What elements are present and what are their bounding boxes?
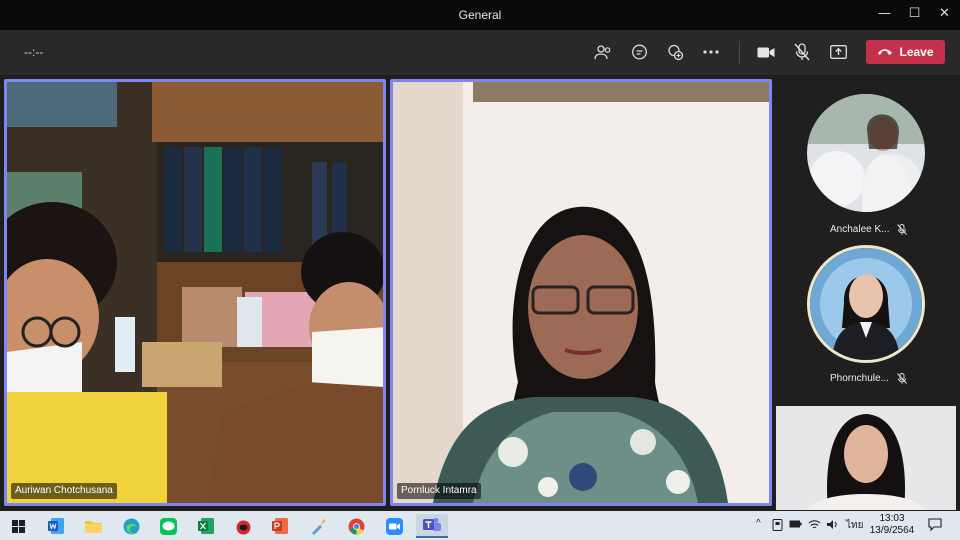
participant-photo: [810, 248, 922, 360]
battery-icon[interactable]: [789, 520, 802, 531]
mic-off-icon: [794, 43, 810, 61]
meeting-timer: --:--: [24, 45, 44, 59]
taskbar-explorer[interactable]: [79, 514, 107, 538]
self-view-video[interactable]: [776, 406, 956, 510]
title-bar: General — ☐ ✕: [0, 0, 960, 30]
maximize-button[interactable]: ☐: [899, 0, 930, 30]
leave-label: Leave: [899, 45, 934, 59]
word-icon: [48, 518, 64, 534]
tray-overflow-caret[interactable]: ^: [756, 518, 761, 529]
taskbar-zoom[interactable]: [380, 514, 408, 538]
share-screen-button[interactable]: [823, 38, 853, 66]
participant-photo: [807, 94, 925, 212]
camera-button[interactable]: [751, 38, 781, 66]
notification-icon: [928, 518, 942, 532]
mic-off-icon: [897, 373, 907, 384]
start-button[interactable]: [4, 514, 32, 538]
share-icon: [829, 45, 847, 59]
more-icon: [703, 50, 719, 54]
teams-window: General — ☐ ✕ --:-- Leave Auriwan Chotch…: [0, 0, 960, 511]
side-participant-1: Anchalee K...: [830, 224, 908, 235]
avatar-phornchule[interactable]: [807, 245, 925, 363]
teams-icon: [423, 518, 441, 531]
reactions-icon: [667, 44, 683, 60]
edge-icon: [123, 518, 139, 534]
chat-icon: [631, 44, 647, 59]
mic-off-icon: [897, 224, 908, 235]
windows-taskbar: ^ ไทย 13:03 13/9/2564: [0, 511, 960, 540]
powerpoint-icon: [272, 518, 288, 534]
reactions-button[interactable]: [660, 38, 690, 66]
participant-name-tag: Pornluck Intamra: [397, 483, 481, 499]
participant-name: Anchalee K...: [830, 224, 890, 235]
taskbar-game[interactable]: [229, 514, 257, 538]
paint-icon: [311, 518, 326, 535]
volume-icon[interactable]: [826, 519, 839, 533]
leave-button[interactable]: Leave: [866, 40, 945, 64]
chrome-icon: [348, 518, 364, 534]
taskbar-teams[interactable]: [416, 514, 448, 538]
line-icon: [159, 517, 177, 535]
taskbar-chrome[interactable]: [342, 514, 370, 538]
toolbar-separator: [739, 41, 740, 64]
taskbar-edge[interactable]: [117, 514, 145, 538]
taskbar-paint[interactable]: [304, 514, 332, 538]
self-video: [776, 406, 956, 510]
participants-icon: [594, 45, 611, 60]
close-window-button[interactable]: ✕: [929, 0, 960, 30]
game-icon: [236, 520, 250, 534]
participant-name: Phornchule...: [830, 373, 889, 384]
participant-name-tag: Auriwan Chotchusana: [11, 483, 117, 499]
phone-hangup-icon: [878, 49, 893, 55]
excel-icon: [198, 518, 214, 534]
avatar-anchalee[interactable]: [807, 94, 925, 212]
video-tile-auriwan[interactable]: Auriwan Chotchusana: [4, 79, 386, 506]
input-language[interactable]: ไทย: [846, 518, 863, 533]
camera-icon: [757, 47, 775, 57]
zoom-icon: [385, 517, 403, 535]
clock-time: 13:03: [879, 513, 905, 524]
participants-button[interactable]: [588, 38, 618, 66]
mute-button[interactable]: [787, 38, 817, 66]
participant-video: [7, 82, 383, 503]
participant-video: [393, 82, 769, 503]
windows-start-icon: [11, 519, 25, 533]
device-icon[interactable]: [772, 519, 783, 534]
window-title: General: [458, 8, 502, 22]
clock-date: 13/9/2564: [869, 525, 915, 536]
more-actions-button[interactable]: [696, 38, 726, 66]
side-participant-2: Phornchule...: [830, 373, 907, 384]
notifications-button[interactable]: [928, 518, 942, 534]
file-explorer-icon: [84, 521, 102, 533]
taskbar-powerpoint[interactable]: [266, 514, 294, 538]
taskbar-word[interactable]: [42, 514, 70, 538]
wifi-icon[interactable]: [808, 519, 821, 533]
taskbar-clock[interactable]: 13:03 13/9/2564: [866, 513, 918, 537]
video-tile-pornluck[interactable]: Pornluck Intamra: [390, 79, 772, 506]
taskbar-excel[interactable]: [192, 514, 220, 538]
meeting-toolbar: --:-- Leave: [0, 30, 960, 75]
minimize-button[interactable]: —: [869, 0, 900, 30]
chat-button[interactable]: [624, 38, 654, 66]
taskbar-line[interactable]: [154, 514, 182, 538]
